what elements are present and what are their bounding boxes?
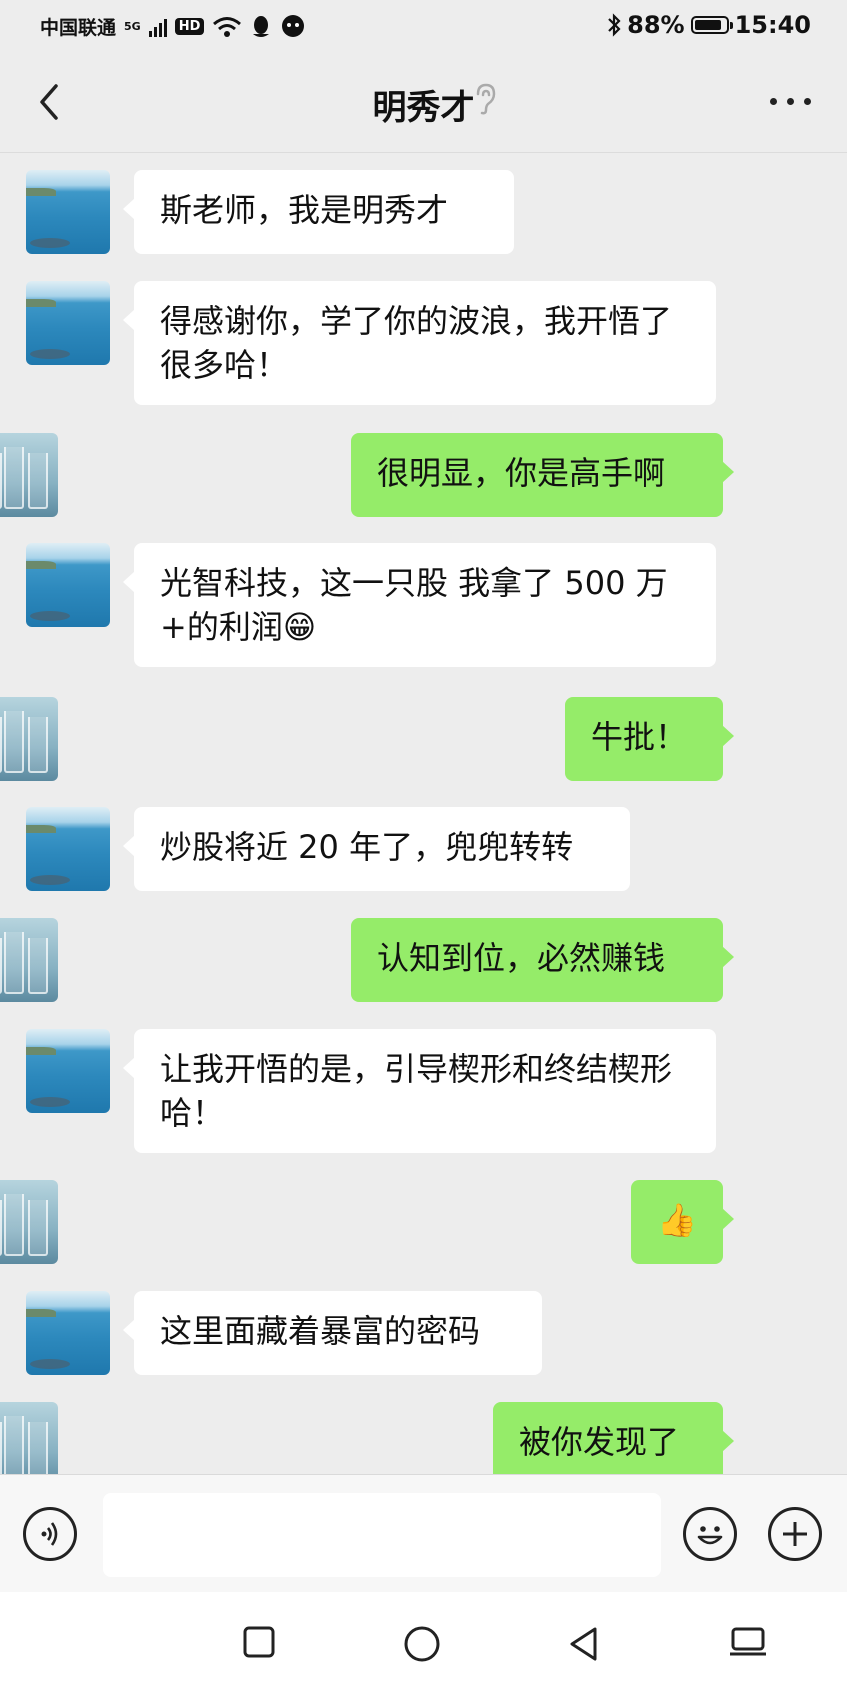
voice-icon[interactable] xyxy=(23,1507,77,1561)
message-row: 炒股将近 20 年了，兜兜转转 xyxy=(0,807,847,891)
status-right: 88% 15:40 xyxy=(607,11,811,39)
wifi-icon xyxy=(213,16,242,37)
avatar[interactable] xyxy=(26,1291,110,1375)
hd-badge: HD xyxy=(174,18,205,35)
recent-apps-icon[interactable] xyxy=(242,1625,276,1659)
message-bubble[interactable]: 得感谢你，学了你的波浪，我开悟了很多哈！ xyxy=(123,281,716,405)
message-bubble[interactable]: 认知到位，必然赚钱 xyxy=(351,918,734,1002)
message-bubble[interactable]: 光智科技，这一只股 我拿了 500 万+的利润😁 xyxy=(123,543,716,667)
chat-title: 明秀才 xyxy=(372,88,475,128)
keyboard-switch-icon[interactable] xyxy=(728,1625,768,1659)
input-bar xyxy=(0,1474,847,1593)
avatar[interactable] xyxy=(26,1029,110,1113)
message-row: 被你发现了 xyxy=(0,1402,847,1474)
message-row: 👍 xyxy=(0,1180,847,1264)
message-bubble[interactable]: 很明显，你是高手啊 xyxy=(351,433,734,517)
chat-app-icon xyxy=(282,14,305,37)
message-row: 让我开悟的是，引导楔形和终结楔形哈！ xyxy=(0,1029,847,1153)
back-nav-icon[interactable] xyxy=(567,1625,601,1663)
avatar[interactable] xyxy=(26,807,110,891)
status-bar: 中国联通 5G HD 88% 15:40 xyxy=(0,0,847,52)
message-bubble[interactable]: 炒股将近 20 年了，兜兜转转 xyxy=(123,807,630,891)
message-bubble[interactable]: 👍 xyxy=(631,1180,734,1264)
message-row: 很明显，你是高手啊 xyxy=(0,433,847,517)
avatar[interactable] xyxy=(0,433,58,517)
emoji-icon[interactable] xyxy=(683,1507,737,1561)
avatar[interactable] xyxy=(0,1180,58,1264)
avatar[interactable] xyxy=(0,697,58,781)
message-bubble[interactable]: 斯老师，我是明秀才 xyxy=(123,170,514,254)
avatar[interactable] xyxy=(0,918,58,1002)
message-bubble[interactable]: 被你发现了 xyxy=(493,1402,734,1474)
network-label: 5G xyxy=(124,20,141,33)
clock: 15:40 xyxy=(734,11,811,39)
avatar[interactable] xyxy=(26,281,110,365)
message-row: 这里面藏着暴富的密码 xyxy=(0,1291,847,1375)
more-icon[interactable] xyxy=(770,98,811,105)
message-row: 认知到位，必然赚钱 xyxy=(0,918,847,1002)
system-navigation-bar xyxy=(0,1592,847,1694)
home-icon[interactable] xyxy=(403,1625,441,1663)
avatar[interactable] xyxy=(0,1402,58,1474)
message-row: 牛批！ xyxy=(0,697,847,781)
bluetooth-icon xyxy=(608,13,621,37)
message-bubble[interactable]: 这里面藏着暴富的密码 xyxy=(123,1291,542,1375)
plus-icon[interactable] xyxy=(768,1507,822,1561)
battery-percent: 88% xyxy=(627,11,685,39)
carrier-label: 中国联通 xyxy=(40,17,117,39)
message-input[interactable] xyxy=(103,1493,661,1577)
message-row: 得感谢你，学了你的波浪，我开悟了很多哈！ xyxy=(0,281,847,405)
avatar[interactable] xyxy=(26,543,110,627)
battery-icon xyxy=(690,16,733,34)
message-row: 斯老师，我是明秀才 xyxy=(0,170,847,254)
status-left: 中国联通 5G HD xyxy=(40,13,306,40)
qq-icon xyxy=(253,15,270,37)
chat-header: 明秀才 xyxy=(0,52,847,152)
chat-message-list[interactable]: 斯老师，我是明秀才 得感谢你，学了你的波浪，我开悟了很多哈！ 很明显，你是高手啊… xyxy=(0,153,847,1474)
message-bubble[interactable]: 牛批！ xyxy=(565,697,734,781)
message-bubble[interactable]: 让我开悟的是，引导楔形和终结楔形哈！ xyxy=(123,1029,716,1153)
signal-icon xyxy=(148,17,167,37)
ear-icon xyxy=(476,83,496,115)
message-row: 光智科技，这一只股 我拿了 500 万+的利润😁 xyxy=(0,543,847,667)
avatar[interactable] xyxy=(26,170,110,254)
